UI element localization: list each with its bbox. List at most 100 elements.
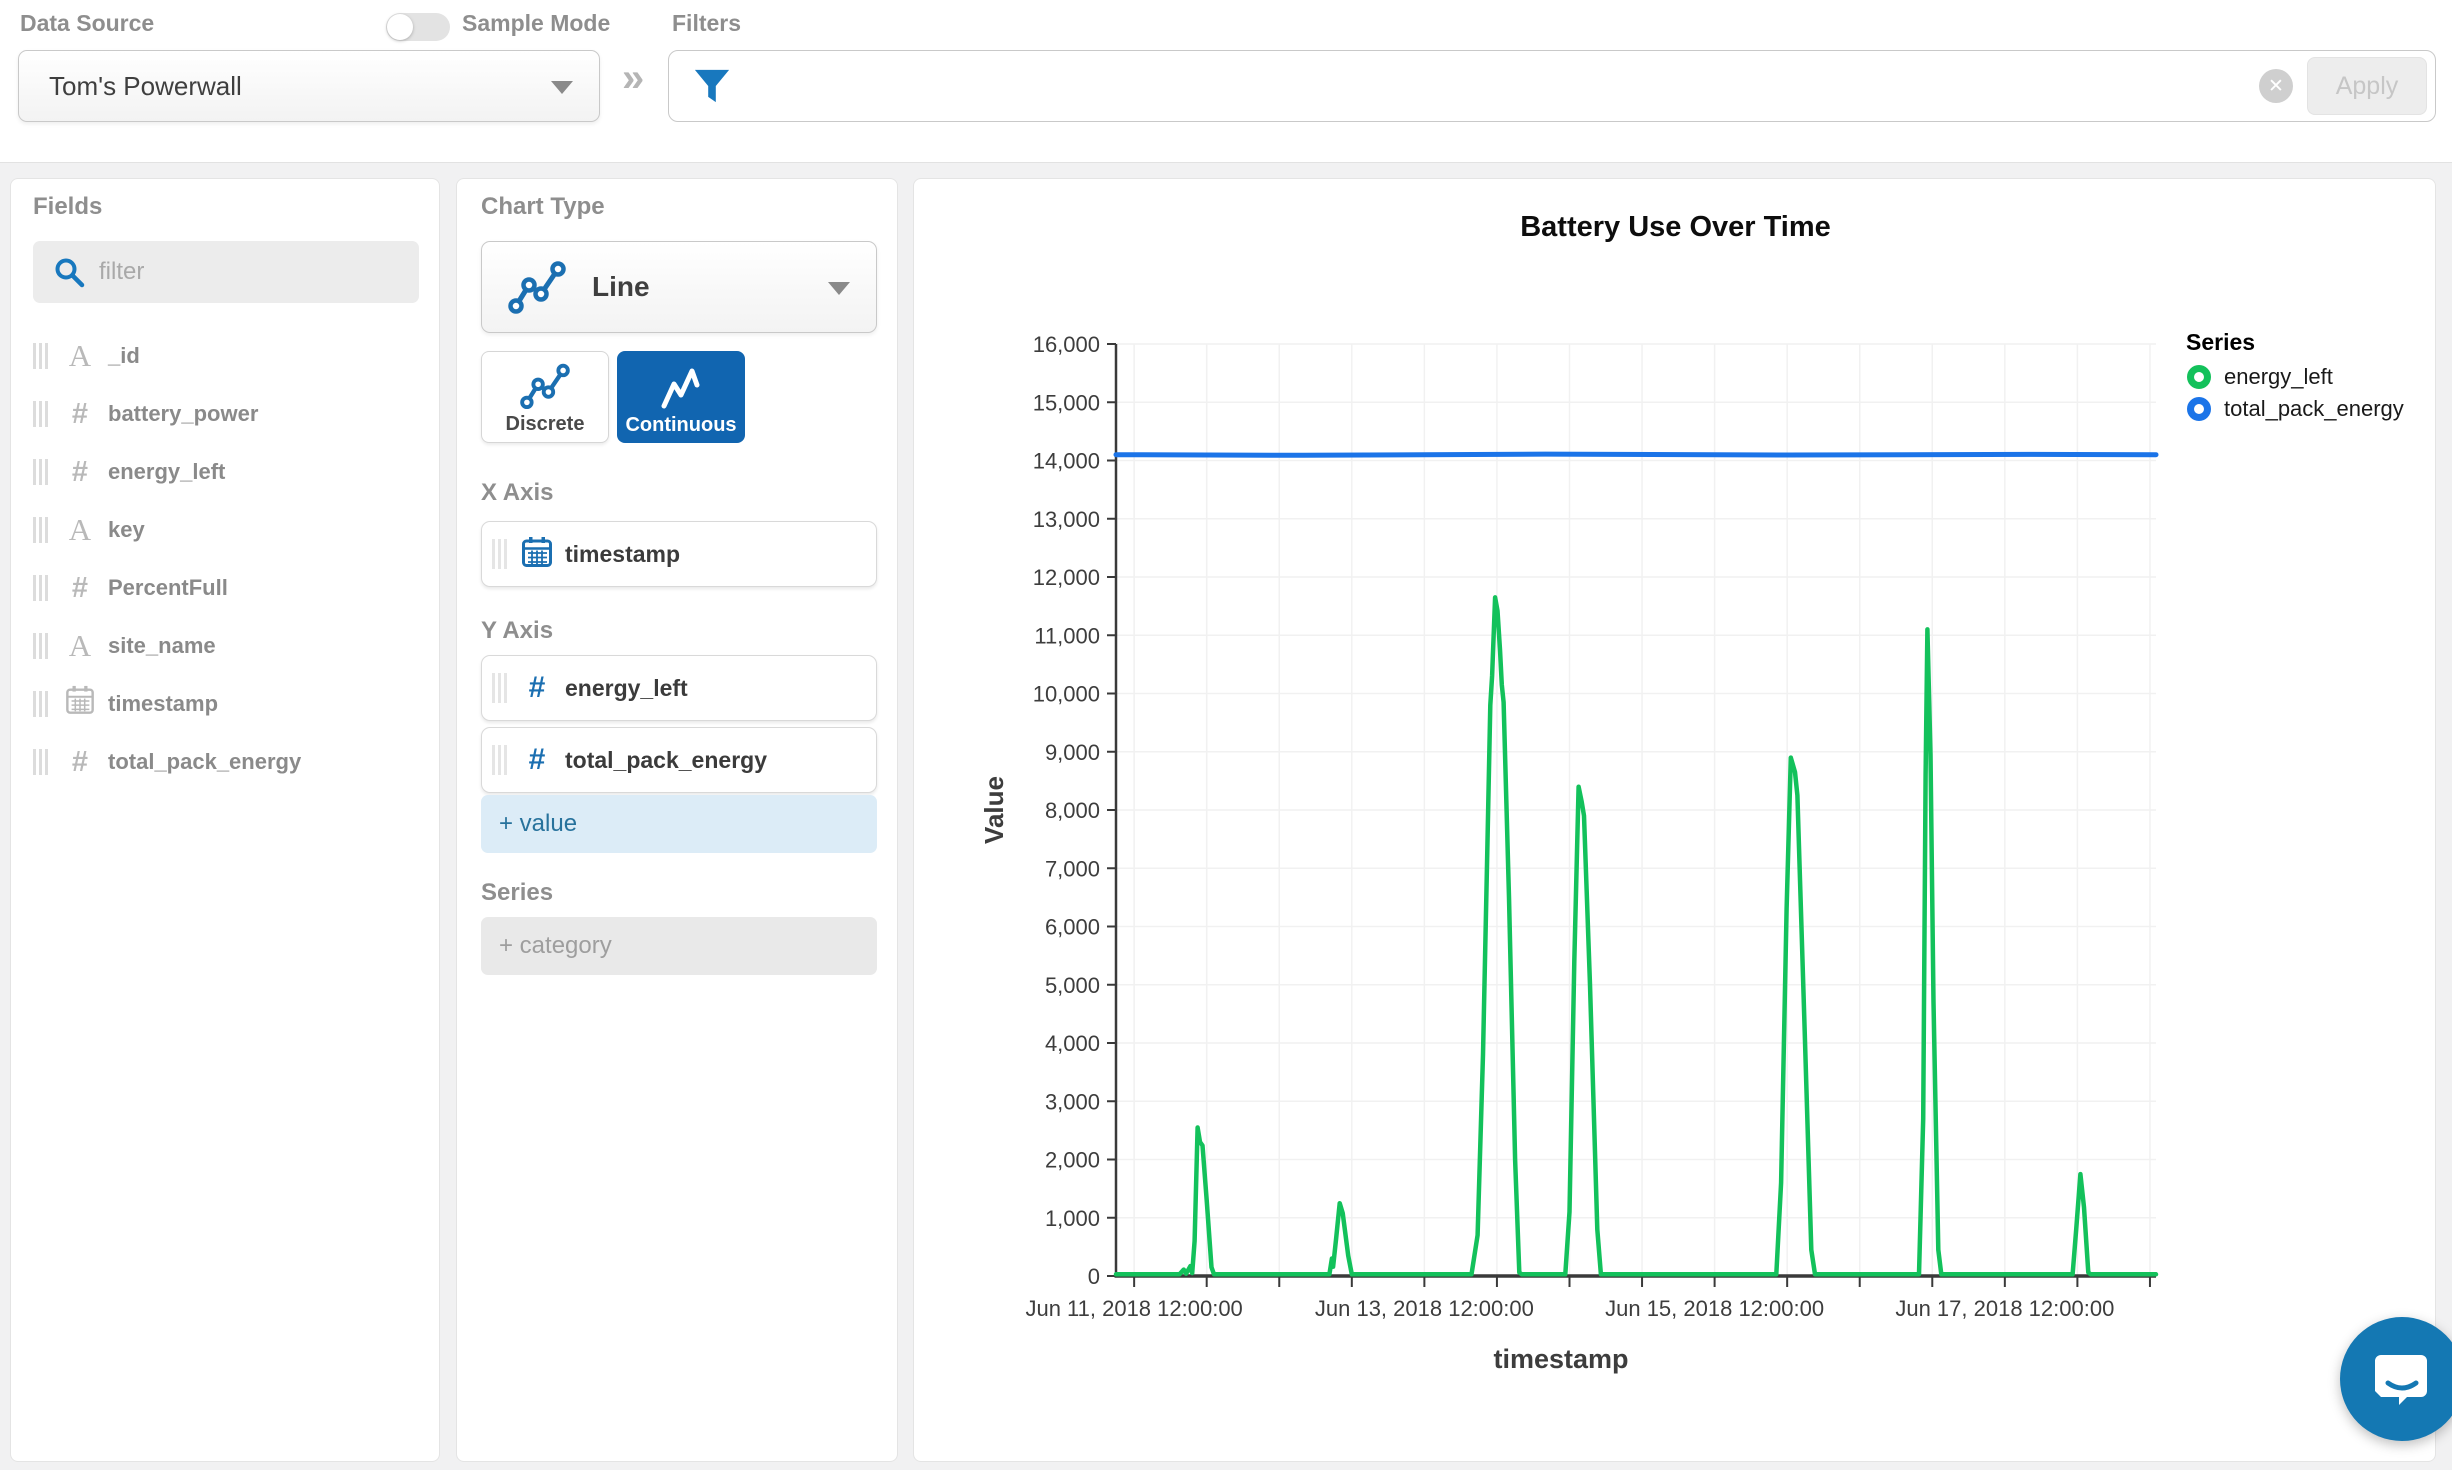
field-name: key — [108, 517, 145, 542]
y-axis-field-name: energy_left — [565, 674, 688, 701]
field-name: _id — [108, 343, 140, 368]
field-item-key[interactable]: Akey — [33, 505, 419, 555]
apply-button[interactable]: Apply — [2307, 57, 2427, 115]
chart-type-select[interactable]: Line — [481, 241, 877, 333]
field-item-_id[interactable]: A _id — [33, 331, 419, 381]
clear-filter-icon[interactable]: ✕ — [2259, 69, 2293, 103]
x-axis-field-pill[interactable]: timestamp — [481, 521, 877, 587]
chevron-down-icon — [551, 81, 573, 94]
number-type-icon: # — [71, 745, 89, 778]
add-category-dropzone[interactable]: + category — [481, 917, 877, 975]
svg-text:Jun 13, 2018 12:00:00: Jun 13, 2018 12:00:00 — [1315, 1296, 1534, 1321]
drag-handle-icon — [33, 401, 48, 427]
svg-text:Jun 11, 2018 12:00:00: Jun 11, 2018 12:00:00 — [1025, 1296, 1242, 1321]
field-name: total_pack_energy — [108, 749, 302, 774]
y-axis-field-pill[interactable]: # total_pack_energy — [481, 727, 877, 793]
continuous-line-icon — [661, 368, 700, 409]
legend-item: energy_left — [2186, 364, 2404, 390]
search-icon — [55, 258, 85, 288]
fields-panel: Fields A _id # battery_power # energy_left Ake… — [10, 178, 440, 1462]
continuous-mode-button[interactable]: Continuous — [617, 351, 745, 443]
line-chart: 0 1,000 2,000 3,000 4,000 5,000 6,000 7,000 8,00… — [979, 332, 2159, 1374]
svg-text:3,000: 3,000 — [1045, 1089, 1100, 1114]
number-icon: # — [528, 743, 546, 776]
chart-type-label: Chart Type — [481, 193, 605, 220]
legend-label: energy_left — [2224, 364, 2333, 389]
field-item-PercentFull[interactable]: # PercentFull — [33, 563, 419, 613]
calendar-icon — [60, 685, 100, 723]
svg-text:6,000: 6,000 — [1045, 915, 1100, 940]
number-type-icon: # — [71, 397, 89, 430]
svg-text:7,000: 7,000 — [1045, 856, 1100, 881]
data-source-select[interactable]: Tom's Powerwall — [18, 50, 600, 122]
chart-type-value: Line — [592, 271, 650, 302]
svg-text:2,000: 2,000 — [1045, 1148, 1100, 1173]
add-value-dropzone[interactable]: + value — [481, 795, 877, 853]
drag-handle-icon — [492, 539, 507, 569]
field-item-battery_power[interactable]: # battery_power — [33, 389, 419, 439]
data-source-value: Tom's Powerwall — [49, 70, 242, 101]
chart-builder-page: Data Source Tom's Powerwall Sample Mode … — [0, 0, 2452, 1470]
field-item-site_name[interactable]: Asite_name — [33, 621, 419, 671]
legend-item: total_pack_energy — [2186, 396, 2404, 422]
number-icon: # — [528, 671, 546, 704]
field-item-timestamp[interactable]: timestamp — [33, 679, 419, 729]
collapse-chevrons-icon[interactable]: » — [622, 56, 644, 101]
y-axis-field-name: total_pack_energy — [565, 746, 767, 773]
sample-mode-label: Sample Mode — [462, 10, 611, 36]
drag-handle-icon — [33, 343, 48, 369]
string-type-icon: A — [68, 512, 92, 547]
svg-text:14,000: 14,000 — [1033, 449, 1100, 474]
legend-marker-icon — [2187, 397, 2211, 421]
drag-handle-icon — [33, 459, 48, 485]
chat-bubble-icon — [2375, 1355, 2427, 1405]
chart-title: Battery Use Over Time — [1520, 211, 1831, 243]
number-type-icon: # — [71, 571, 89, 604]
field-item-total_pack_energy[interactable]: # total_pack_energy — [33, 737, 419, 787]
svg-text:Jun 17, 2018 12:00:00: Jun 17, 2018 12:00:00 — [1895, 1296, 2114, 1321]
drag-handle-icon — [33, 691, 48, 717]
svg-text:Jun 15, 2018 12:00:00: Jun 15, 2018 12:00:00 — [1605, 1296, 1824, 1321]
drag-handle-icon — [33, 749, 48, 775]
string-type-icon: A — [68, 338, 92, 373]
field-filter-input[interactable] — [99, 247, 419, 297]
fields-title: Fields — [33, 193, 103, 220]
svg-text:8,000: 8,000 — [1045, 798, 1100, 823]
x-axis-label: X Axis — [481, 479, 554, 506]
discrete-label: Discrete — [505, 413, 585, 435]
field-name: energy_left — [108, 459, 226, 484]
drag-handle-icon — [492, 673, 507, 703]
chart-legend: Series energy_left total_pack_energy — [2186, 329, 2404, 428]
field-name: site_name — [108, 633, 216, 658]
filters-label: Filters — [672, 10, 742, 36]
discrete-mode-button[interactable]: Discrete — [481, 351, 609, 443]
svg-text:15,000: 15,000 — [1033, 390, 1100, 415]
svg-text:Value: Value — [979, 776, 1009, 844]
field-name: PercentFull — [108, 575, 228, 600]
svg-text:16,000: 16,000 — [1033, 332, 1100, 357]
field-name: battery_power — [108, 401, 259, 426]
svg-text:10,000: 10,000 — [1033, 682, 1100, 707]
legend-label: total_pack_energy — [2224, 396, 2404, 421]
svg-text:12,000: 12,000 — [1033, 565, 1100, 590]
filter-input[interactable] — [749, 56, 2259, 116]
svg-text:timestamp: timestamp — [1493, 1344, 1628, 1374]
sample-mode-toggle[interactable] — [386, 13, 450, 41]
svg-text:0: 0 — [1088, 1264, 1100, 1289]
continuous-label: Continuous — [625, 414, 737, 436]
chat-bubble-button[interactable] — [2340, 1317, 2452, 1441]
field-item-energy_left[interactable]: # energy_left — [33, 447, 419, 497]
funnel-icon — [694, 69, 730, 103]
toggle-knob — [387, 14, 413, 40]
y-axis-label: Y Axis — [481, 617, 554, 644]
y-axis-field-pill[interactable]: # energy_left — [481, 655, 877, 721]
line-chart-icon — [508, 261, 566, 314]
string-type-icon: A — [68, 628, 92, 663]
svg-text:4,000: 4,000 — [1045, 1031, 1100, 1056]
field-search — [33, 241, 419, 303]
discrete-line-icon — [520, 363, 570, 410]
svg-text:13,000: 13,000 — [1033, 507, 1100, 532]
chevron-down-icon — [828, 282, 850, 295]
drag-handle-icon — [492, 745, 507, 775]
calendar-icon — [517, 536, 557, 573]
